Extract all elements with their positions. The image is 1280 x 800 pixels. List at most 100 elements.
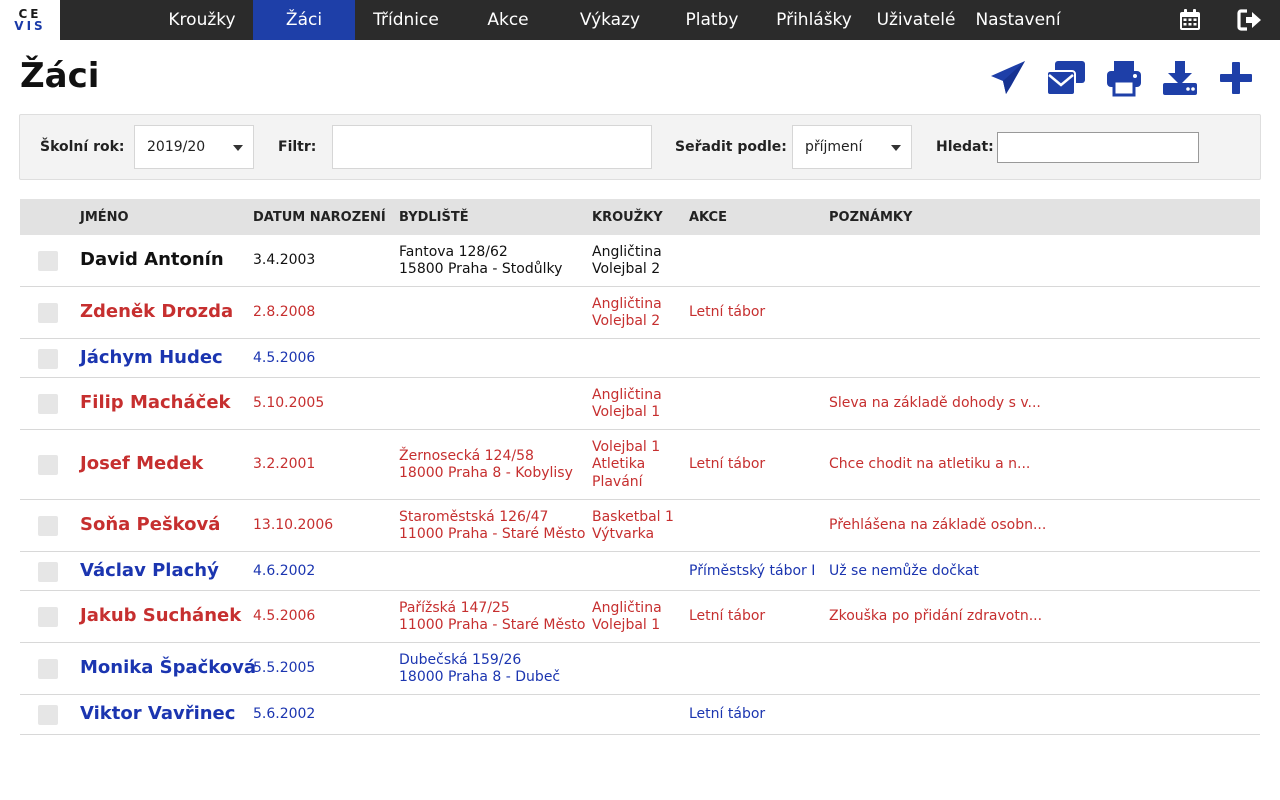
clubs-line: Volejbal 1 [592, 404, 661, 420]
student-name[interactable]: Jakub Suchánek [80, 605, 241, 626]
table-row[interactable]: Jakub Suchánek 4.5.2006 Pařížská 147/25 110… [20, 591, 1260, 643]
note[interactable]: Už se nemůže dočkat [829, 563, 979, 581]
student-name[interactable]: David Antonín [80, 249, 224, 270]
logout-icon[interactable] [1236, 6, 1264, 34]
column-header-notes[interactable]: POZNÁMKY [829, 210, 912, 225]
student-name[interactable]: Josef Medek [80, 453, 203, 474]
events: Příměstský tábor I [689, 562, 816, 579]
row-checkbox[interactable] [38, 394, 58, 414]
clubs-line: Angličtina [592, 295, 662, 312]
clubs-line: Atletika [592, 456, 646, 473]
address: Žernosecká 124/58 18000 Praha 8 - Kobylis… [399, 448, 573, 483]
calendar-icon[interactable] [1176, 6, 1204, 34]
school-year-select[interactable]: 2019/20 [134, 125, 254, 169]
table-row[interactable]: Josef Medek 3.2.2001 Žernosecká 124/58 1800… [20, 430, 1260, 500]
clubs: Angličtina Volejbal 2 [592, 244, 662, 279]
address: Fantova 128/62 15800 Praha - Stodůlky [399, 244, 562, 279]
address: Pařížská 147/25 11000 Praha - Staré Město [399, 600, 585, 635]
nav-item-nastaveni[interactable]: Nastavení [968, 0, 1068, 40]
column-header-clubs[interactable]: KROUŽKY [592, 210, 663, 225]
row-checkbox[interactable] [38, 455, 58, 475]
page-title: Žáci [20, 56, 100, 96]
table-header: JMÉNO DATUM NAROZENÍ BYDLIŠTĚ KROUŽKY AK… [20, 199, 1260, 235]
student-name[interactable]: Filip Macháček [80, 392, 231, 413]
address-line: 11000 Praha - Staré Město [399, 526, 586, 542]
column-header-events[interactable]: AKCE [689, 210, 727, 225]
school-year-label: Školní rok: [40, 139, 125, 155]
sort-by-label: Seřadit podle: [675, 139, 787, 155]
filter-input[interactable] [332, 125, 652, 169]
student-name[interactable]: Monika Špačková [80, 657, 256, 678]
birth-date: 4.5.2006 [253, 349, 316, 366]
clubs-line: Volejbal 1 [592, 617, 661, 633]
row-checkbox[interactable] [38, 705, 58, 725]
birth-date: 4.5.2006 [253, 608, 316, 625]
birth-date: 5.5.2005 [253, 660, 316, 677]
address-line: 15800 Praha - Stodůlky [399, 261, 563, 277]
chevron-down-icon [891, 145, 901, 151]
clubs-line: Plavání [592, 473, 643, 490]
nav-item-uzivatele[interactable]: Uživatelé [866, 0, 966, 40]
search-label: Hledat: [936, 139, 994, 155]
table-row[interactable]: Jáchym Hudec 4.5.2006 [20, 339, 1260, 378]
print-icon[interactable] [1102, 56, 1146, 100]
note[interactable]: Zkouška po přidání zdravotn... [829, 608, 1042, 626]
note[interactable]: Přehlášena na základě osobn... [829, 517, 1046, 535]
nav-item-tridnice[interactable]: Třídnice [356, 0, 456, 40]
clubs: Basketbal 1 Výtvarka [592, 509, 674, 544]
address-line: Žernosecká 124/58 [399, 447, 534, 464]
address-line: Staroměstská 126/47 [399, 508, 549, 525]
clubs: Angličtina Volejbal 2 [592, 296, 662, 331]
nav-item-akce[interactable]: Akce [458, 0, 558, 40]
top-navigation-bar: CE VIS Kroužky Žáci Třídnice Akce Výkazy… [0, 0, 1280, 40]
clubs: Angličtina Volejbal 1 [592, 600, 662, 635]
nav-item-platby[interactable]: Platby [662, 0, 762, 40]
birth-date: 5.10.2005 [253, 395, 325, 412]
column-header-name[interactable]: JMÉNO [80, 210, 129, 225]
student-name[interactable]: Viktor Vavřinec [80, 703, 235, 724]
events: Letní tábor [689, 608, 766, 625]
clubs-line: Volejbal 2 [592, 261, 661, 277]
row-checkbox[interactable] [38, 251, 58, 271]
nav-item-zaci[interactable]: Žáci [253, 0, 355, 40]
nav-item-prihlasky[interactable]: Přihlášky [764, 0, 864, 40]
column-header-birth-date[interactable]: DATUM NAROZENÍ [253, 210, 386, 225]
clubs-line: Angličtina [592, 243, 662, 260]
row-checkbox[interactable] [38, 348, 58, 369]
address-line: Dubečská 159/26 [399, 651, 522, 668]
nav-item-krouzky[interactable]: Kroužky [152, 0, 252, 40]
note[interactable]: Chce chodit na atletiku a n... [829, 456, 1030, 474]
table-row[interactable]: Monika Špačková 5.5.2005 Dubečská 159/26 18… [20, 643, 1260, 695]
note[interactable]: Sleva na základě dohody s v... [829, 395, 1041, 413]
row-checkbox[interactable] [38, 303, 58, 323]
download-icon[interactable] [1158, 56, 1202, 100]
table-row[interactable]: Václav Plachý 4.6.2002 Příměstský tábor I U… [20, 552, 1260, 591]
table-row[interactable]: Viktor Vavřinec 5.6.2002 Letní tábor [20, 695, 1260, 735]
birth-date: 3.4.2003 [253, 252, 316, 269]
mail-icon[interactable] [1044, 56, 1088, 100]
row-checkbox[interactable] [38, 516, 58, 536]
send-icon[interactable] [986, 56, 1030, 100]
table-row[interactable]: Zdeněk Drozda 2.8.2008 Angličtina Volejbal … [20, 287, 1260, 339]
birth-date: 4.6.2002 [253, 562, 316, 579]
student-name[interactable]: Zdeněk Drozda [80, 301, 233, 322]
filter-bar: Školní rok: 2019/20 Filtr: Seřadit podle… [19, 114, 1261, 180]
row-checkbox[interactable] [38, 659, 58, 679]
table-row[interactable]: Soňa Pešková 13.10.2006 Staroměstská 126/4… [20, 500, 1260, 552]
birth-date: 5.6.2002 [253, 706, 316, 723]
nav-item-vykazy[interactable]: Výkazy [560, 0, 660, 40]
logo-line-2: VIS [14, 19, 46, 33]
student-name[interactable]: Soňa Pešková [80, 514, 220, 535]
cevis-logo[interactable]: CE VIS [0, 0, 60, 40]
table-row[interactable]: Filip Macháček 5.10.2005 Angličtina Volejba… [20, 378, 1260, 430]
search-input[interactable] [997, 132, 1199, 163]
add-icon[interactable] [1214, 56, 1258, 100]
student-name[interactable]: Jáchym Hudec [80, 347, 223, 368]
clubs-line: Volejbal 2 [592, 313, 661, 329]
column-header-address[interactable]: BYDLIŠTĚ [399, 210, 469, 225]
student-name[interactable]: Václav Plachý [80, 560, 219, 581]
row-checkbox[interactable] [38, 561, 58, 582]
sort-by-select[interactable]: příjmení [792, 125, 912, 169]
row-checkbox[interactable] [38, 607, 58, 627]
table-row[interactable]: David Antonín 3.4.2003 Fantova 128/62 15800… [20, 235, 1260, 287]
